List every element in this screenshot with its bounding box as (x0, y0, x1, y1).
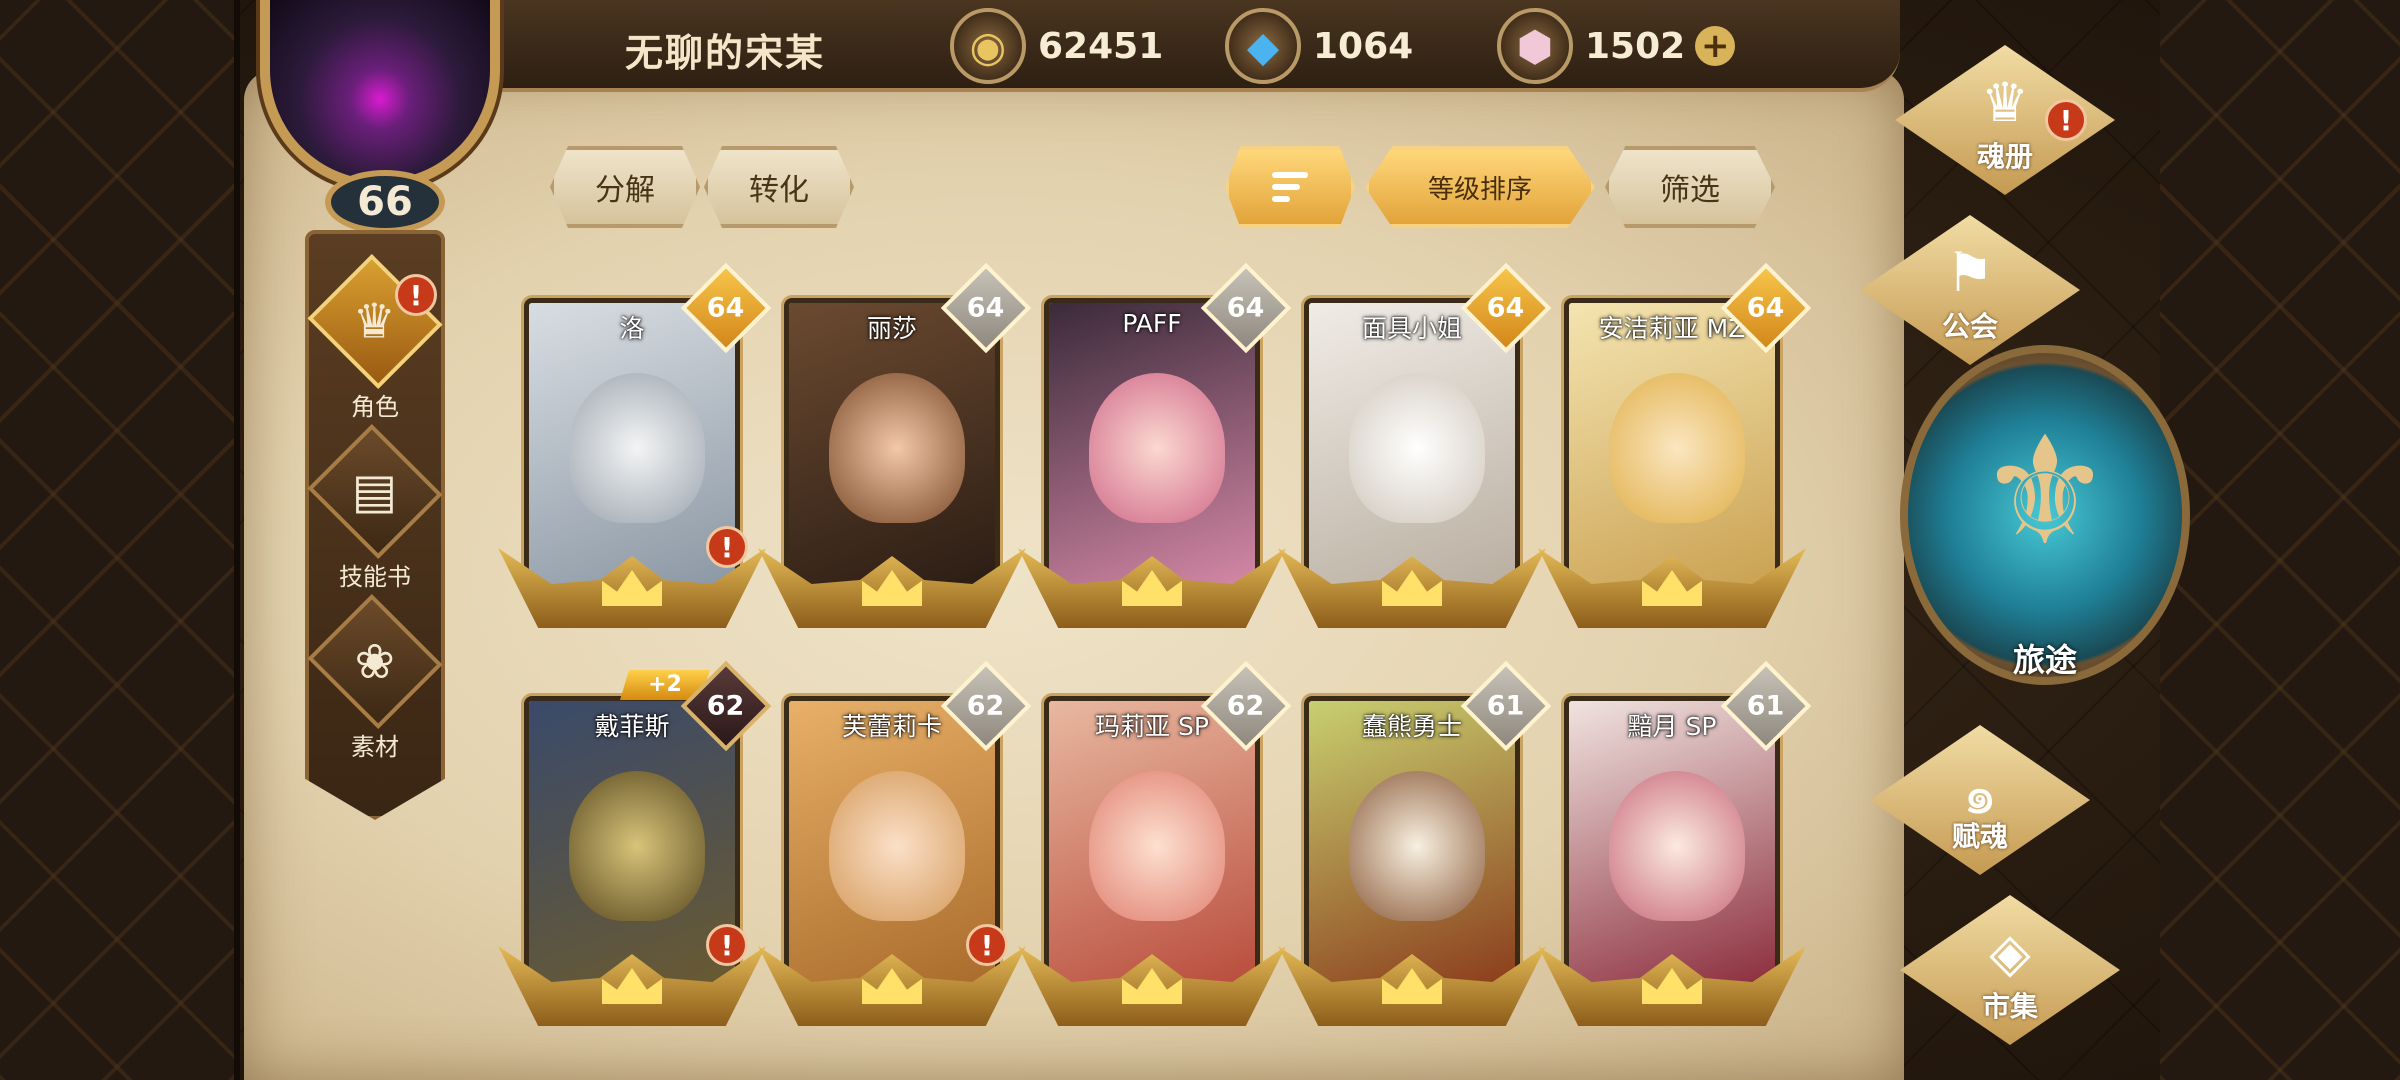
player-name: 无聊的宋某 (625, 31, 826, 75)
nav-skill-book-label: 技能书 (339, 563, 411, 591)
character-card[interactable]: 蠢熊勇士 61 (1278, 660, 1552, 1026)
character-card[interactable]: +2 戴菲斯 62 ! (498, 660, 772, 1026)
crystal-value: 1064 (1313, 25, 1414, 67)
nav-material[interactable]: ❀ 素材 (305, 593, 445, 762)
convert-button[interactable]: 转化 (704, 146, 854, 228)
currency-gem: ⬢ 1502 + (1497, 8, 1736, 84)
decompose-button[interactable]: 分解 (550, 146, 700, 228)
sort-by-level-button[interactable]: 等级排序 (1365, 146, 1595, 228)
journey-label: 旅途 (2012, 641, 2077, 679)
sort-icon (1272, 172, 1308, 202)
soul-book-alert-icon: ! (2045, 99, 2087, 141)
soul-book-label: 魂册 (1976, 140, 2033, 173)
soul-book-button[interactable]: ♛ 魂册 ! (1895, 45, 2115, 195)
player-level: 66 (325, 170, 445, 234)
gold-value: 62451 (1038, 25, 1164, 67)
portrait-bear (1349, 771, 1485, 921)
character-card[interactable]: 安洁莉亚 MZ 64 (1538, 262, 1812, 628)
portrait-dragon (569, 771, 705, 921)
nav-character[interactable]: ♛ 角色 ! (305, 253, 445, 422)
character-alert-icon: ! (395, 274, 437, 316)
card-frame: 蠢熊勇士 (1304, 696, 1520, 996)
sort-order-button[interactable] (1225, 146, 1355, 228)
journey-button[interactable]: ⚜ 旅途 (1900, 345, 2190, 695)
card-frame: 安洁莉亚 MZ (1564, 298, 1780, 598)
portrait-dark-moon (1609, 771, 1745, 921)
character-card[interactable]: 玛莉亚 SP 62 (1018, 660, 1292, 1026)
soul-bestow-button[interactable]: ๑ 赋魂 (1870, 725, 2090, 875)
right-border-pattern (2160, 0, 2400, 1080)
character-card[interactable]: 黯月 SP 61 (1538, 660, 1812, 1026)
market-button[interactable]: ◈ 市集 (1900, 895, 2120, 1045)
nav-material-label: 素材 (351, 733, 399, 761)
soul-bestow-label: 赋魂 (1951, 820, 2008, 853)
card-frame: 丽莎 (784, 298, 1000, 598)
market-label: 市集 (1981, 990, 2038, 1023)
guild-icon: ⚑ (1945, 241, 1995, 304)
add-gem-button[interactable]: + (1695, 26, 1736, 66)
card-frame: PAFF (1044, 298, 1260, 598)
player-avatar[interactable]: 66 (250, 0, 512, 234)
portrait-wolf (569, 373, 705, 523)
portrait-paff (1089, 373, 1225, 523)
pink-gem-icon: ⬢ (1497, 8, 1573, 84)
gem-value: 1502 (1585, 25, 1686, 67)
character-card[interactable]: 芙蕾莉卡 62 ! (758, 660, 1032, 1026)
material-icon: ❀ (307, 593, 443, 730)
gem-icon: ◈ (1989, 921, 2031, 984)
gold-coin-icon: ◉ (950, 8, 1026, 84)
filter-button[interactable]: 筛选 (1605, 146, 1775, 228)
portrait-lisa (829, 373, 965, 523)
portrait-maria (1089, 771, 1225, 921)
character-card[interactable]: 面具小姐 64 (1278, 262, 1552, 628)
portrait-frederica (829, 771, 965, 921)
character-card[interactable]: 丽莎 64 (758, 262, 1032, 628)
guild-label: 公会 (1941, 310, 1998, 343)
left-border-pattern (0, 0, 240, 1080)
card-frame: 玛莉亚 SP (1044, 696, 1260, 996)
card-frame: 黯月 SP (1564, 696, 1780, 996)
currency-gold: ◉ 62451 (950, 8, 1164, 84)
skill-book-icon: ▤ (307, 423, 443, 560)
card-alert-icon: ! (706, 526, 748, 568)
currency-crystal: ◆ 1064 (1225, 8, 1414, 84)
trident-icon: ⚜ (1977, 405, 2113, 579)
card-alert-icon: ! (966, 924, 1008, 966)
card-alert-icon: ! (706, 924, 748, 966)
character-card[interactable]: 洛 64 ! (498, 262, 772, 628)
blue-crystal-icon: ◆ (1225, 8, 1301, 84)
nav-skill-book[interactable]: ▤ 技能书 (305, 423, 445, 592)
portrait-angelia (1609, 373, 1745, 523)
nav-character-label: 角色 (351, 393, 399, 421)
portrait-mask-lady (1349, 373, 1485, 523)
guild-button[interactable]: ⚑ 公会 (1860, 215, 2080, 365)
character-card[interactable]: PAFF 64 (1018, 262, 1292, 628)
avatar-portrait (260, 0, 500, 190)
card-frame: 面具小姐 (1304, 298, 1520, 598)
